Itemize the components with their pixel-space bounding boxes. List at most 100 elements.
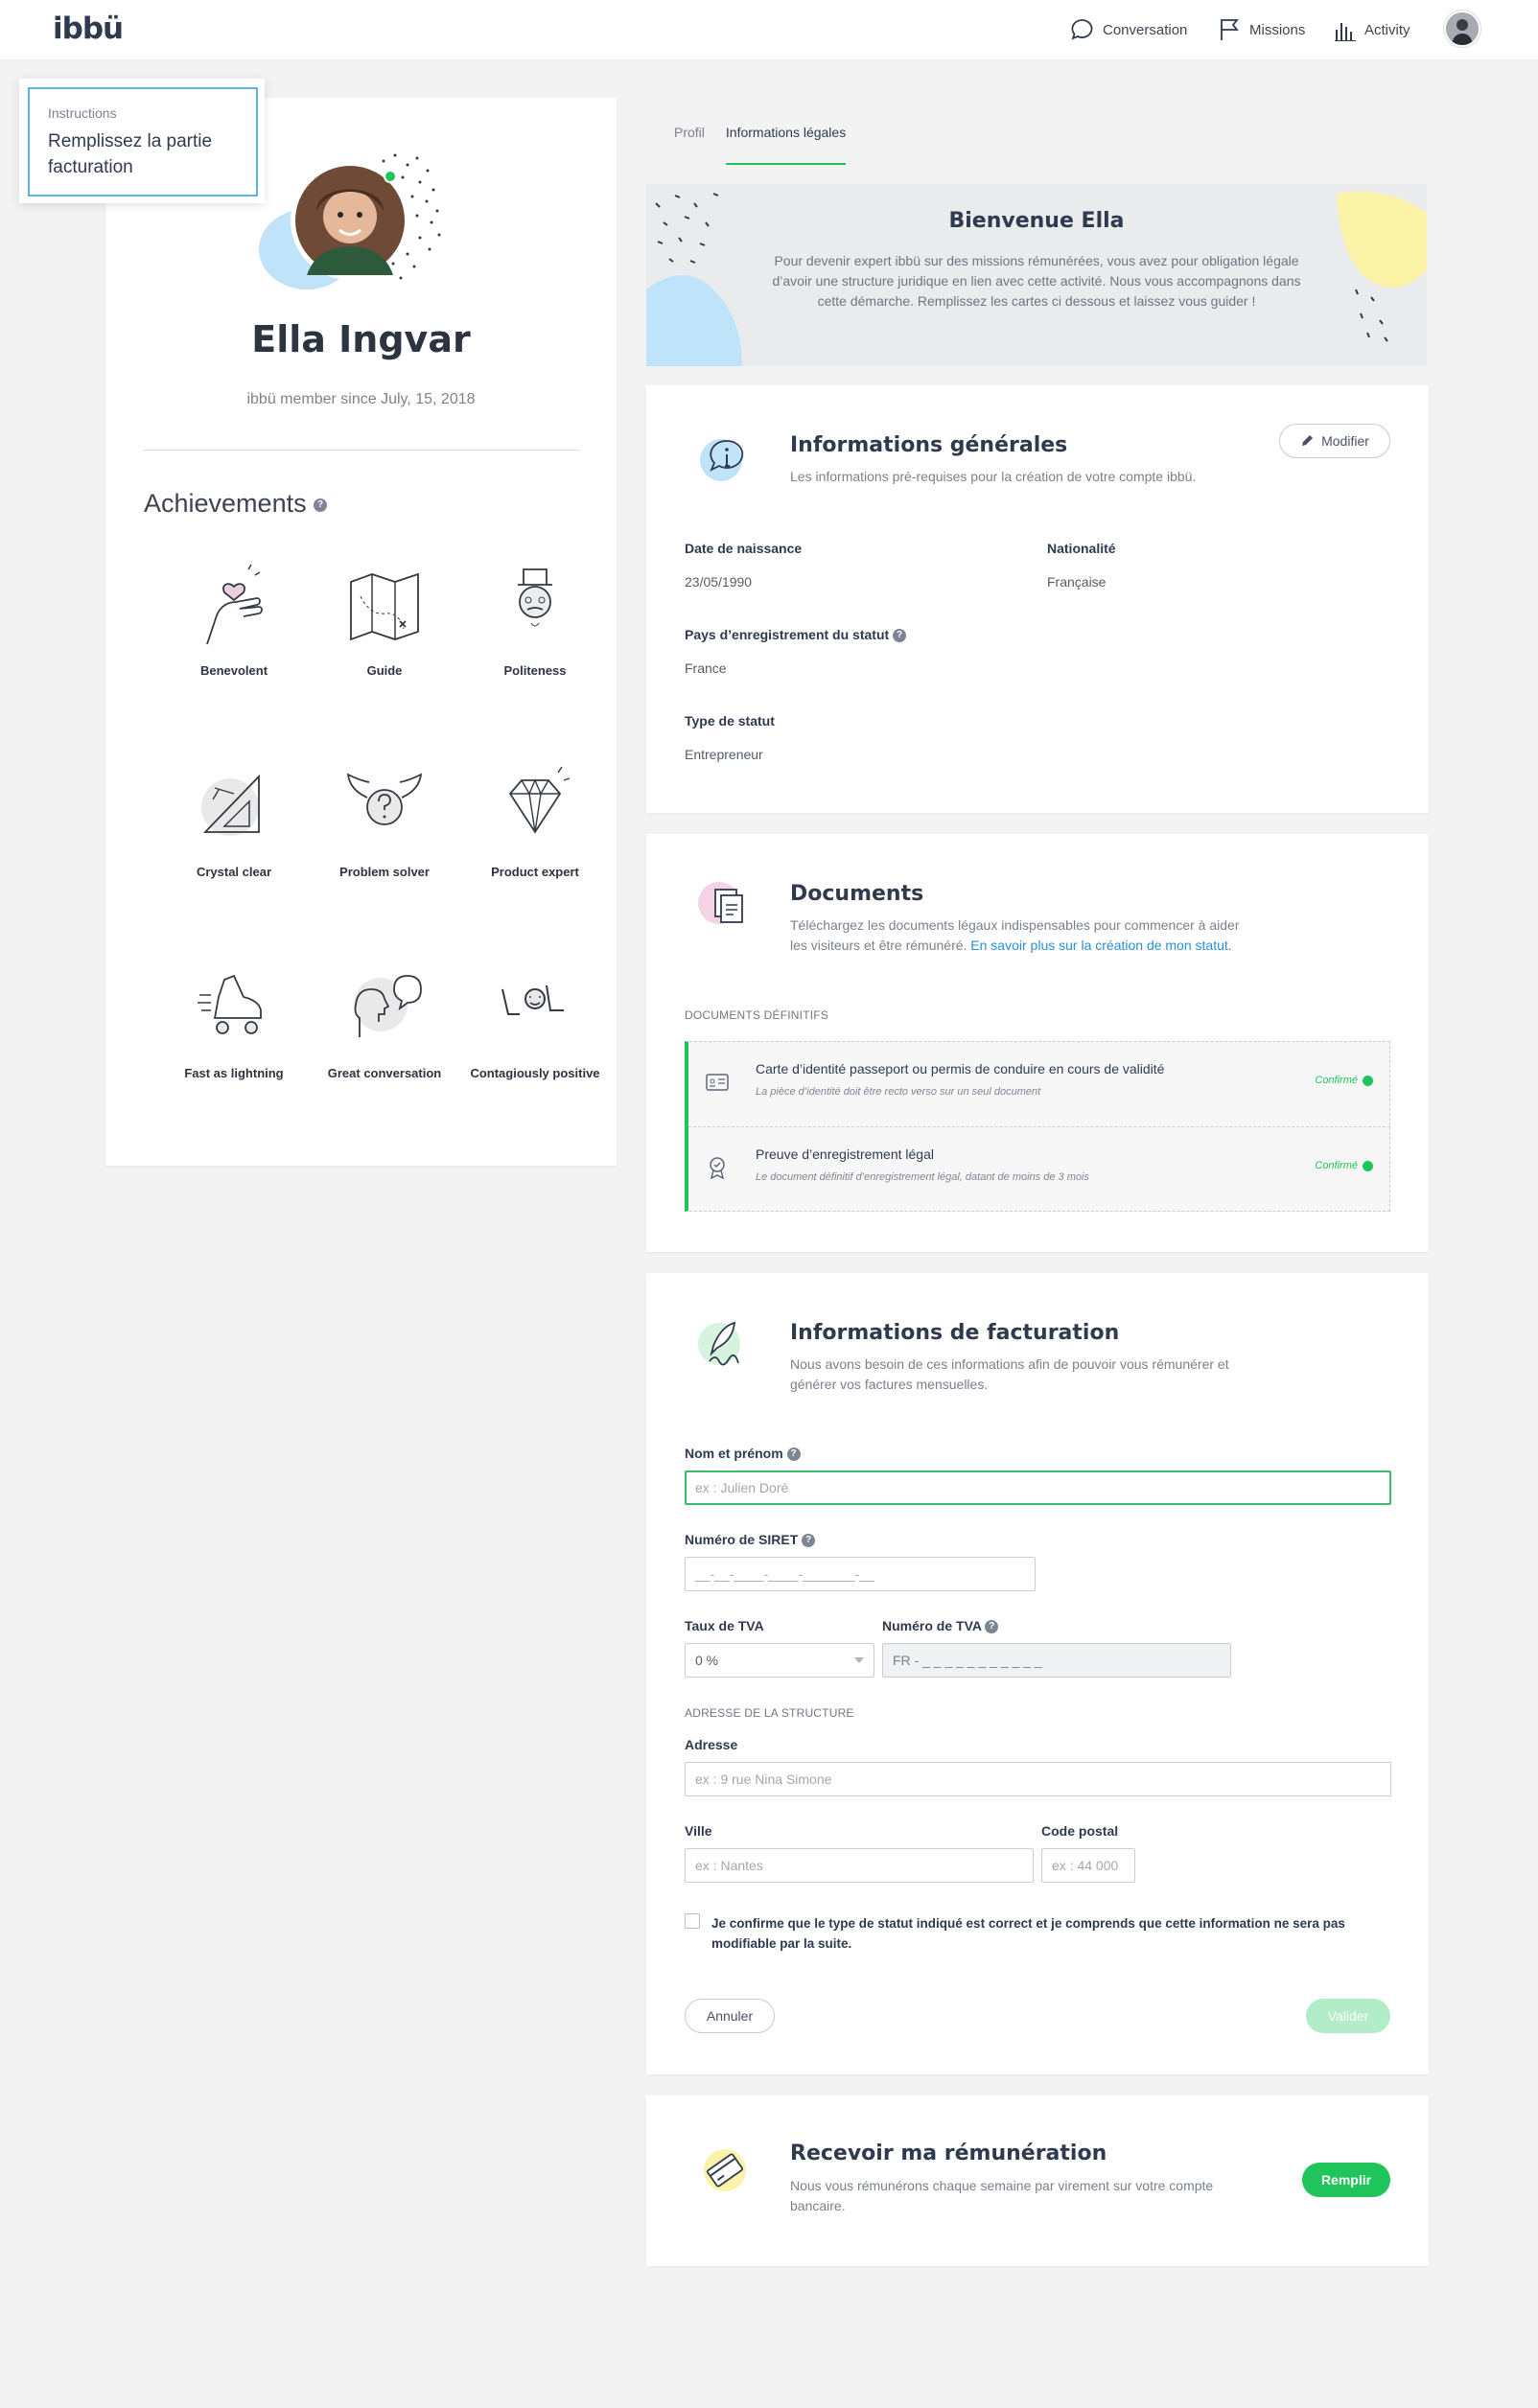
achievement-benevolent[interactable]: Benevolent (157, 558, 311, 679)
general-title: Informations générales (790, 433, 1068, 457)
welcome-text: Pour devenir expert ibbü sur des mission… (772, 253, 1301, 309)
payment-card: Recevoir ma rémunération Nous vous rémun… (646, 2095, 1429, 2266)
flag-icon (1221, 19, 1239, 40)
submit-label: Valider (1327, 2008, 1369, 2024)
quill-signature-icon (698, 1321, 740, 1366)
achievement-label: Politeness (503, 663, 567, 678)
status-value: Entrepreneur (685, 747, 763, 762)
siret-input[interactable]: __-__-____-____-_______-__ (685, 1557, 1036, 1591)
achievement-contagiously-positive[interactable]: Contagiously positive (458, 961, 612, 1081)
profile-photo (259, 153, 441, 289)
tva-number-input[interactable]: FR - _ _ _ _ _ _ _ _ _ _ _ (882, 1643, 1231, 1678)
achievement-politeness[interactable]: Politeness (458, 558, 612, 679)
documents-subtitle: Téléchargez les documents légaux indispe… (790, 915, 1260, 956)
nav-activity[interactable]: Activity (1335, 17, 1410, 42)
confirm-checkbox[interactable] (685, 1913, 700, 1929)
tva-number-label-row: Numéro de TVA ? (882, 1618, 999, 1634)
zip-input[interactable]: ex : 44 000 (1041, 1848, 1135, 1883)
document-status: Confirmé (1315, 1075, 1373, 1086)
divider (144, 450, 580, 451)
pencil-icon (1302, 435, 1314, 446)
birth-label: Date de naissance (685, 541, 803, 556)
document-status-text: Confirmé (1315, 1075, 1358, 1086)
help-icon[interactable]: ? (786, 1447, 801, 1462)
billing-subtitle: Nous avons besoin de ces informations af… (790, 1356, 1229, 1392)
document-status-text: Confirmé (1315, 1160, 1358, 1171)
logo[interactable]: ibbü (53, 12, 124, 46)
help-icon[interactable]: ? (314, 498, 328, 512)
nationality-label: Nationalité (1047, 541, 1116, 556)
nav-conversation[interactable]: Conversation (1069, 17, 1187, 42)
help-icon[interactable]: ? (893, 629, 907, 643)
nav-conversation-label: Conversation (1103, 21, 1188, 38)
tva-number-label: Numéro de TVA (882, 1618, 982, 1633)
instructions-title: Instructions (48, 105, 117, 121)
help-icon[interactable]: ? (802, 1534, 816, 1548)
achievement-fast-as-lightning[interactable]: Fast as lightning (157, 961, 311, 1081)
gentleman-icon (518, 568, 552, 627)
bar-chart-icon (1335, 23, 1356, 41)
documents-learn-more-link[interactable]: En savoir plus sur la création de mon st… (970, 938, 1231, 953)
city-label: Ville (685, 1823, 712, 1839)
tva-rate-label: Taux de TVA (685, 1618, 764, 1633)
country-value: France (685, 660, 727, 676)
certificate-icon (710, 1157, 725, 1179)
cancel-button[interactable]: Annuler (685, 1999, 775, 2033)
achievement-crystal-clear[interactable]: Crystal clear (157, 759, 311, 880)
chat-bubble-icon (1071, 19, 1093, 40)
edit-label: Modifier (1321, 433, 1369, 449)
city-input[interactable]: ex : Nantes (685, 1848, 1034, 1883)
set-square-icon (201, 774, 260, 836)
edit-button[interactable]: Modifier (1279, 424, 1390, 458)
documents-title: Documents (790, 882, 924, 906)
document-title: Preuve d’enregistrement légal (756, 1146, 934, 1162)
document-subtitle: Le document définitif d’enregistrement l… (756, 1171, 1089, 1183)
achievement-product-expert[interactable]: Product expert (458, 759, 612, 880)
diamond-icon (508, 766, 571, 834)
achievement-label: Benevolent (199, 663, 268, 678)
confirm-text: Je confirme que le type de statut indiqu… (711, 1916, 1345, 1951)
nav-missions[interactable]: Missions (1218, 17, 1305, 42)
chevron-down-icon (854, 1657, 864, 1663)
status-label: Type de statut (685, 713, 775, 729)
top-bar: ibbü Conversation Missions Activity (0, 0, 1538, 60)
roller-skate-icon (198, 974, 262, 1034)
tab-profil[interactable]: Profil (674, 123, 705, 165)
talking-head-icon (354, 975, 422, 1037)
siret-label-row: Numéro de SIRET ? (685, 1532, 816, 1548)
document-row[interactable]: Carte d’identité passeport ou permis de … (688, 1042, 1390, 1126)
winged-question-icon (346, 773, 423, 825)
achievement-label: Problem solver (339, 865, 430, 879)
tva-rate-value: 0 % (695, 1653, 719, 1668)
profile-name: Ella Ingvar (251, 318, 471, 360)
birth-value: 23/05/1990 (685, 574, 753, 590)
name-input[interactable]: ex : Julien Doré (685, 1470, 1391, 1505)
fill-payment-button[interactable]: Remplir (1302, 2163, 1390, 2197)
document-row[interactable]: Preuve d’enregistrement légal Le documen… (688, 1126, 1390, 1212)
hand-heart-icon (206, 564, 263, 645)
user-avatar[interactable] (1446, 12, 1479, 45)
credit-card-icon (704, 2149, 746, 2191)
tva-rate-select[interactable]: 0 % (685, 1643, 874, 1678)
help-icon[interactable]: ? (985, 1620, 999, 1634)
profile-card: Ella Ingvar ibbü member since July, 15, … (105, 98, 617, 1166)
country-label: Pays d’enregistrement du statut (685, 627, 890, 642)
address-input[interactable]: ex : 9 rue Nina Simone (685, 1762, 1391, 1796)
address-label: Adresse (685, 1737, 738, 1752)
nationality-value: Française (1047, 574, 1107, 590)
achievement-great-conversation[interactable]: Great conversation (308, 961, 461, 1081)
check-circle-icon (1363, 1075, 1373, 1086)
country-label-row: Pays d’enregistrement du statut ? (685, 627, 907, 643)
check-circle-icon (1363, 1160, 1373, 1171)
achievement-label: Crystal clear (196, 865, 272, 879)
cancel-label: Annuler (706, 2008, 754, 2024)
tab-informations-legales[interactable]: Informations légales (725, 123, 847, 165)
nav-activity-label: Activity (1364, 21, 1410, 38)
fill-payment-label: Remplir (1320, 2172, 1372, 2188)
instructions-text: Remplissez la partie facturation (48, 131, 213, 177)
achievement-guide[interactable]: Guide (308, 558, 461, 679)
submit-button[interactable]: Valider (1306, 1999, 1390, 2033)
payment-title: Recevoir ma rémunération (790, 2142, 1107, 2165)
achievement-problem-solver[interactable]: Problem solver (308, 759, 461, 880)
achievements-title: Achievements ? (144, 489, 328, 519)
